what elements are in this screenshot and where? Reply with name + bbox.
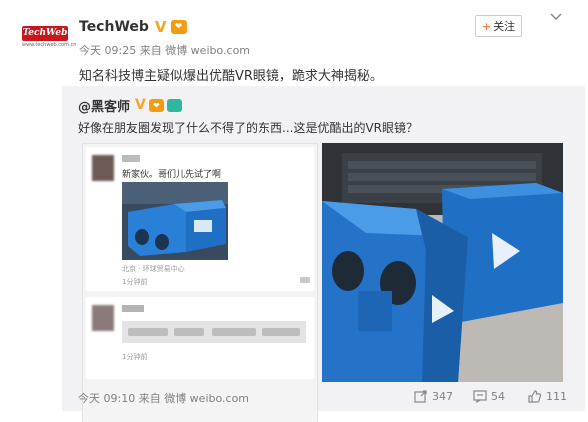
forward-count: 347 bbox=[432, 389, 453, 403]
camera-icon bbox=[166, 98, 182, 112]
logo-subtext: www.techweb.com.cn bbox=[22, 42, 77, 48]
like-count: 111 bbox=[546, 389, 567, 403]
like-icon bbox=[528, 389, 542, 403]
repost-box: @黑客师 V ❤ 好像在朋友圈发现了什么不得了的东西...这是优酷出的VR眼镜？… bbox=[62, 86, 585, 422]
moment-location: 北京 · 环球贸易中心 bbox=[122, 265, 185, 273]
moment-time: 1分钟前 bbox=[122, 278, 148, 286]
techweb-logo: TechWeb bbox=[22, 26, 68, 41]
more-icon bbox=[300, 277, 310, 283]
weibo-post-card: TechWeb www.techweb.com.cn TechWeb V ❤ 今… bbox=[0, 0, 588, 422]
blurred-comment bbox=[122, 321, 306, 343]
comment-button[interactable]: 54 bbox=[473, 388, 505, 404]
post-text: 知名科技博主疑似爆出优酷VR眼镜，跪求大神揭秘。 bbox=[79, 69, 383, 84]
verified-icon: V bbox=[154, 18, 167, 36]
forward-button[interactable]: 347 bbox=[414, 388, 453, 404]
vip-badge-icon: ❤ bbox=[170, 20, 187, 34]
moment-card: 1分钟前 bbox=[86, 297, 314, 379]
comment-icon bbox=[473, 389, 487, 403]
moment-time: 1分钟前 bbox=[122, 353, 148, 361]
post-meta: 今天 09:25 来自 微博 weibo.com bbox=[79, 44, 251, 57]
chevron-down-icon[interactable] bbox=[549, 10, 563, 24]
repost-text: 好像在朋友圈发现了什么不得了的东西...这是优酷出的VR眼镜？ bbox=[78, 121, 418, 135]
like-button[interactable]: 111 bbox=[528, 388, 567, 404]
repost-author-row: @黑客师 V ❤ bbox=[78, 96, 182, 115]
follow-button[interactable]: + 关注 bbox=[475, 15, 522, 37]
post-image-screenshot[interactable]: 新家伙。哥们儿先试了啊 北京 · 环球贸易中心 1分钟前 1分钟前 bbox=[82, 143, 318, 422]
blurred-avatar bbox=[92, 305, 114, 331]
moment-card: 新家伙。哥们儿先试了啊 北京 · 环球贸易中心 1分钟前 bbox=[86, 147, 314, 291]
plus-icon: + bbox=[481, 19, 492, 33]
repost-author-name[interactable]: @黑客师 bbox=[78, 96, 130, 115]
blurred-name bbox=[122, 305, 144, 312]
moment-text: 新家伙。哥们儿先试了啊 bbox=[122, 170, 222, 180]
author-name[interactable]: TechWeb bbox=[79, 19, 149, 35]
forward-icon bbox=[414, 389, 427, 403]
author-row: TechWeb V ❤ bbox=[79, 17, 187, 37]
moment-photo bbox=[122, 182, 228, 260]
post-image-vr-photo[interactable] bbox=[322, 143, 563, 382]
comment-count: 54 bbox=[491, 389, 505, 403]
blurred-avatar bbox=[92, 155, 114, 181]
follow-label: 关注 bbox=[493, 20, 516, 33]
author-avatar[interactable]: TechWeb www.techweb.com.cn bbox=[22, 26, 77, 50]
verified-icon: V bbox=[135, 97, 146, 113]
blurred-name bbox=[122, 155, 140, 162]
vip-badge-icon: ❤ bbox=[148, 98, 164, 112]
repost-meta: 今天 09:10 来自 微博 weibo.com bbox=[78, 392, 250, 405]
